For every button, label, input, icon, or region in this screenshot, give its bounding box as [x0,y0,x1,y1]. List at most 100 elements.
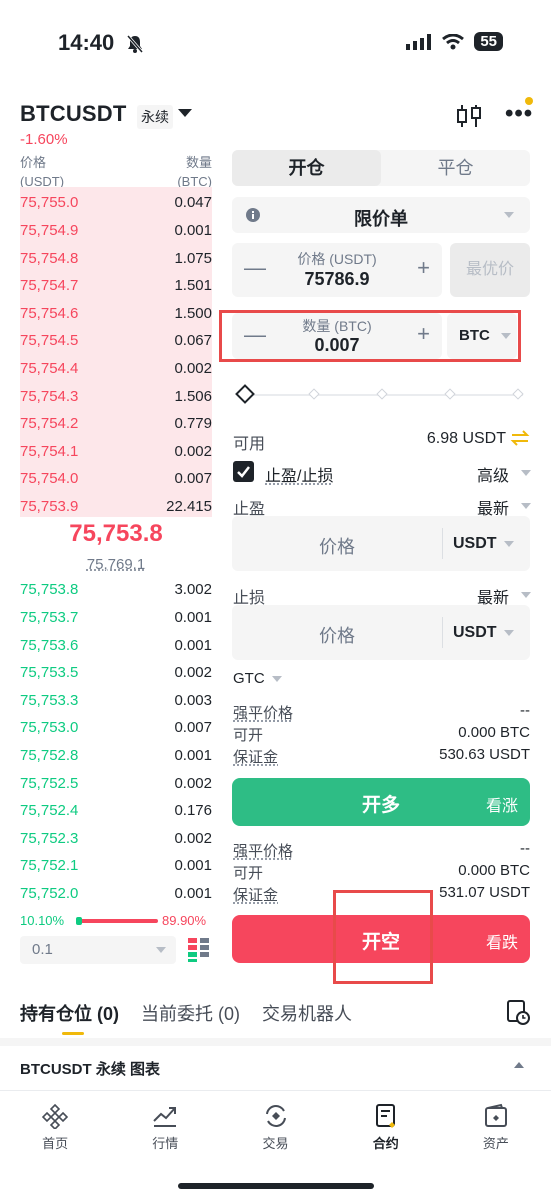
sl-price-field[interactable]: 价格 USDT [232,605,530,660]
best-price-button[interactable]: 最优价 [450,243,530,297]
divider [442,617,443,648]
nav-assets[interactable]: 资产 [441,1091,551,1160]
nav-markets[interactable]: 行情 [110,1091,220,1160]
ask-row[interactable]: 75,753.9 22.415 [20,493,212,521]
quantity-input[interactable]: 0.007 [232,335,442,356]
bid-row[interactable]: 75,753.7 0.001 [20,604,212,632]
bid-row[interactable]: 75,752.4 0.176 [20,797,212,825]
plus-icon[interactable]: + [417,321,430,347]
order-history-icon[interactable] [506,999,530,1025]
ask-row[interactable]: 75,754.2 0.779 [20,410,212,438]
ask-row[interactable]: 75,754.4 0.002 [20,355,212,383]
bid-row[interactable]: 75,752.5 0.002 [20,769,212,797]
price-input[interactable]: 75786.9 [232,269,442,290]
time-in-force-select[interactable]: GTC [233,670,265,687]
bid-price: 75,752.8 [20,746,79,764]
chevron-down-icon [272,676,282,682]
ask-row[interactable]: 75,754.3 1.506 [20,382,212,410]
ask-row[interactable]: 75,754.0 0.007 [20,465,212,493]
nav-trade-label: 交易 [262,1136,289,1151]
bid-row[interactable]: 75,752.0 0.001 [20,880,212,908]
buy-ratio: 10.10% [20,913,65,928]
slider-mark-50[interactable] [376,388,388,400]
symbol-title[interactable]: BTCUSDT [20,101,127,127]
tpsl-label[interactable]: 止盈/止损 [265,462,333,486]
bid-row[interactable]: 75,753.6 0.001 [20,631,212,659]
slider-mark-75[interactable] [444,388,456,400]
open-long-button[interactable]: 开多 看涨 [232,778,530,826]
book-layout-icon[interactable] [188,938,210,962]
tab-positions[interactable]: 持有仓位 (0) [20,1000,119,1026]
ask-quantity: 0.067 [174,332,212,350]
status-time: 14:40 [58,30,115,55]
long-liq-label[interactable]: 强平价格 [233,702,293,723]
sl-price-input[interactable]: 价格 [232,622,442,648]
ratio-bar [76,919,158,923]
futures-document-icon [375,1104,395,1128]
mark-price[interactable]: 75,769.1 [20,556,212,573]
depth-step-select[interactable]: 0.1 [20,936,176,964]
price-field[interactable]: — 价格 (USDT) 75786.9 + [232,243,442,297]
trade-exchange-icon [265,1105,286,1127]
transfer-icon[interactable] [510,428,530,448]
short-margin-label[interactable]: 保证金 [233,884,278,905]
ask-row[interactable]: 75,754.1 0.002 [20,437,212,465]
chart-row-label[interactable]: BTCUSDT 永续 图表 [20,1058,160,1079]
tab-open-orders[interactable]: 当前委托 (0) [141,1000,240,1026]
chevron-down-icon [521,470,531,476]
quantity-unit-select[interactable]: BTC [447,313,517,359]
bid-row[interactable]: 75,753.5 0.002 [20,659,212,687]
slider-thumb[interactable] [235,384,255,404]
ask-row[interactable]: 75,754.6 1.500 [20,299,212,327]
tab-open[interactable]: 开仓 [232,150,381,186]
bid-row[interactable]: 75,753.3 0.003 [20,686,212,714]
candlestick-icon[interactable] [455,103,483,129]
active-tab-indicator [62,1032,84,1035]
ask-row[interactable]: 75,755.0 0.047 [20,189,212,217]
ask-quantity: 1.506 [174,387,212,405]
bid-quantity: 0.001 [174,746,212,764]
tp-price-field[interactable]: 价格 USDT [232,516,530,571]
ratio-bar-buy [76,917,82,925]
available-value: 6.98 USDT [426,430,506,447]
bid-row[interactable]: 75,753.0 0.007 [20,714,212,742]
short-max-value: 0.000 BTC [458,862,530,879]
bid-quantity: 0.176 [174,802,212,820]
ask-quantity: 0.002 [174,442,212,460]
slider-mark-25[interactable] [308,388,320,400]
nav-futures[interactable]: 合约 [331,1091,441,1160]
bid-row[interactable]: 75,752.3 0.002 [20,824,212,852]
chevron-down-icon[interactable] [178,109,192,117]
nav-home[interactable]: 首页 [0,1091,110,1160]
quantity-field[interactable]: — 数量 (BTC) 0.007 + [232,313,442,359]
slider-mark-100[interactable] [512,388,524,400]
sl-unit[interactable]: USDT [453,624,497,642]
ask-row[interactable]: 75,754.5 0.067 [20,327,212,355]
tp-unit[interactable]: USDT [453,535,497,553]
nav-trade[interactable]: 交易 [220,1091,330,1160]
bid-row[interactable]: 75,752.1 0.001 [20,852,212,880]
advanced-select[interactable]: 高级 [477,462,509,486]
ask-quantity: 1.075 [174,249,212,267]
short-liq-label[interactable]: 强平价格 [233,840,293,861]
home-indicator[interactable] [178,1183,374,1189]
tab-trading-bots[interactable]: 交易机器人 [262,1000,352,1026]
bid-quantity: 0.001 [174,857,212,875]
ask-row[interactable]: 75,754.7 1.501 [20,272,212,300]
order-type-select[interactable]: 限价单 [232,197,530,233]
chevron-down-icon [521,592,531,598]
battery-indicator: 55 [474,32,503,51]
ask-row[interactable]: 75,754.9 0.001 [20,217,212,245]
plus-icon[interactable]: + [417,255,430,281]
ask-row[interactable]: 75,754.8 1.075 [20,244,212,272]
chevron-up-icon[interactable] [514,1062,524,1068]
tab-close[interactable]: 平仓 [381,150,530,186]
last-price[interactable]: 75,753.8 [20,520,212,548]
long-margin-label[interactable]: 保证金 [233,746,278,767]
bid-row[interactable]: 75,753.8 3.002 [20,576,212,604]
bid-quantity: 0.001 [174,608,212,626]
tpsl-checkbox[interactable] [233,461,254,482]
tp-price-input[interactable]: 价格 [232,533,442,559]
price-label: 价格 (USDT) [297,251,377,267]
bid-row[interactable]: 75,752.8 0.001 [20,742,212,770]
